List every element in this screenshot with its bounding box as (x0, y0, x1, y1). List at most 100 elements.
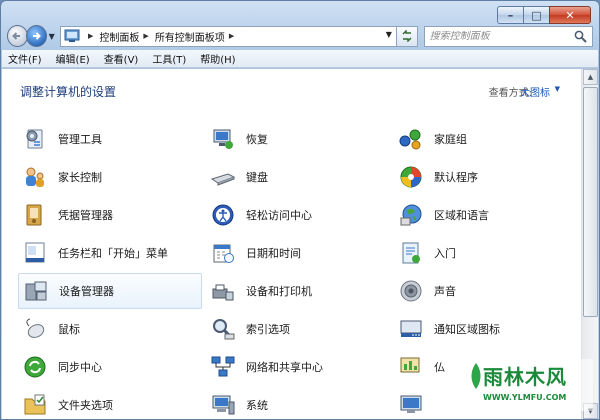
breadcrumb-separator-icon[interactable]: ▶ (143, 32, 148, 40)
item-label: 键盘 (246, 171, 268, 184)
item-label: 索引选项 (246, 323, 290, 336)
item-devices-printers[interactable]: 设备和打印机 (206, 273, 390, 309)
item-credential-manager[interactable]: 凭据管理器 (18, 197, 202, 233)
view-mode-link[interactable]: 大图标 (520, 84, 550, 99)
date-time-icon (213, 244, 234, 263)
refresh-icon (402, 30, 412, 42)
menu-edit[interactable]: 编辑(E) (56, 51, 90, 66)
item-label: 同步中心 (58, 361, 102, 374)
item-label: 家长控制 (58, 171, 102, 184)
maximize-button[interactable]: □ (523, 6, 549, 24)
item-folder-options[interactable]: 文件夹选项 (18, 387, 202, 420)
back-arrow-icon (12, 32, 21, 40)
item-label: 文件夹选项 (58, 399, 113, 412)
search-input[interactable] (429, 30, 580, 42)
item-label: 网络和共享中心 (246, 361, 323, 374)
item-label: 区域和语言 (434, 209, 489, 222)
control-panel-icon (64, 29, 80, 42)
breadcrumb-separator-icon[interactable]: ▶ (88, 32, 93, 40)
item-recovery[interactable]: 恢复 (206, 121, 390, 157)
scroll-up-icon[interactable]: ▲ (583, 69, 598, 85)
item-region-language[interactable]: 区域和语言 (394, 197, 578, 233)
item-parental-controls[interactable]: 家长控制 (18, 159, 202, 195)
item-getting-started[interactable]: 入门 (394, 235, 578, 271)
sound-icon (400, 280, 422, 302)
item-mouse[interactable]: 鼠标 (18, 311, 202, 347)
item-default-programs[interactable]: 默认程序 (394, 159, 578, 195)
search-icon[interactable] (574, 30, 587, 43)
performance-icon (400, 357, 420, 373)
breadcrumb-separator-icon[interactable]: ▶ (229, 32, 234, 40)
address-dropdown-icon[interactable]: ▼ (386, 30, 392, 39)
item-homegroup[interactable]: 家庭组 (394, 121, 578, 157)
recovery-icon (213, 129, 233, 149)
search-box[interactable] (423, 25, 593, 47)
item-label: 家庭组 (434, 133, 467, 146)
item-admin-tools[interactable]: 管理工具 (18, 121, 202, 157)
item-label: 凭据管理器 (58, 209, 113, 222)
refresh-button[interactable] (396, 25, 418, 47)
device-manager-icon (25, 281, 47, 301)
menu-tools[interactable]: 工具(T) (152, 51, 186, 66)
item-taskbar[interactable]: 任务栏和「开始」菜单 (18, 235, 202, 271)
breadcrumb-control-panel[interactable]: 控制面板 (99, 29, 139, 44)
watermark-url: WWW.YLMFU.COM (483, 393, 567, 402)
item-label: 鼠标 (58, 323, 80, 336)
indexing-icon (213, 319, 235, 340)
item-indexing-options[interactable]: 索引选项 (206, 311, 390, 347)
item-label: 设备管理器 (59, 285, 114, 298)
item-network-sharing[interactable]: 网络和共享中心 (206, 349, 390, 385)
item-device-manager[interactable]: 设备管理器 (18, 273, 202, 309)
item-label: 通知区域图标 (434, 323, 500, 336)
ease-of-access-icon (212, 204, 234, 226)
item-label: 恢复 (246, 133, 268, 146)
minimize-button[interactable]: – (497, 6, 523, 24)
item-label: 默认程序 (434, 171, 478, 184)
item-ease-of-access[interactable]: 轻松访问中心 (206, 197, 390, 233)
recent-pages-dropdown[interactable]: ▼ (49, 32, 58, 41)
folder-options-icon (24, 394, 46, 415)
item-sync-center[interactable]: 同步中心 (18, 349, 202, 385)
control-panel-window: – □ ✕ ▼ ▶ 控制面板 ▶ 所有控制面板项 ▶ ▼ 搜索控制面板 文件(F… (0, 0, 600, 420)
sync-center-icon (24, 356, 46, 378)
item-label: 入门 (434, 247, 456, 260)
parental-controls-icon (26, 167, 44, 187)
item-system[interactable]: 系统 (206, 387, 390, 420)
homegroup-icon (399, 129, 421, 150)
address-bar[interactable]: ▶ 控制面板 ▶ 所有控制面板项 ▶ ▼ (60, 25, 397, 47)
system-icon (212, 395, 235, 415)
close-button[interactable]: ✕ (549, 6, 591, 24)
mouse-icon (26, 318, 45, 338)
watermark: 雨林木风 WWW.YLMFU.COM (469, 359, 593, 411)
region-language-icon (400, 204, 422, 226)
leaf-logo-icon (471, 363, 481, 389)
display-icon (400, 395, 422, 413)
item-label: 管理工具 (58, 133, 102, 146)
watermark-title: 雨林木风 (483, 365, 567, 389)
breadcrumb-all-items[interactable]: 所有控制面板项 (155, 29, 225, 44)
caption-buttons: – □ ✕ (497, 6, 591, 24)
item-label: 系统 (246, 399, 268, 412)
menu-help[interactable]: 帮助(H) (200, 51, 235, 66)
back-button[interactable] (7, 25, 28, 47)
getting-started-icon (402, 242, 420, 264)
scrollbar-thumb[interactable] (583, 87, 598, 317)
item-label: 仏 (434, 361, 445, 374)
menu-view[interactable]: 查看(V) (104, 51, 139, 66)
item-label: 日期和时间 (246, 247, 301, 260)
item-sound[interactable]: 声音 (394, 273, 578, 309)
notification-area-icon (400, 320, 422, 337)
item-label: 设备和打印机 (246, 285, 312, 298)
item-keyboard[interactable]: 键盘 (206, 159, 390, 195)
menu-file[interactable]: 文件(F) (8, 51, 42, 66)
default-programs-icon (400, 166, 422, 188)
item-date-time[interactable]: 日期和时间 (206, 235, 390, 271)
view-mode-dropdown-icon[interactable]: ▼ (555, 85, 560, 93)
navigation-bar: ▼ ▶ 控制面板 ▶ 所有控制面板项 ▶ ▼ (7, 25, 593, 47)
admin-tools-icon (26, 129, 43, 149)
forward-button[interactable] (25, 25, 47, 47)
menu-bar: 文件(F) 编辑(E) 查看(V) 工具(T) 帮助(H) (2, 50, 598, 68)
item-label: 任务栏和「开始」菜单 (58, 247, 168, 260)
item-label: 声音 (434, 285, 456, 298)
item-notification-area-icons[interactable]: 通知区域图标 (394, 311, 578, 347)
